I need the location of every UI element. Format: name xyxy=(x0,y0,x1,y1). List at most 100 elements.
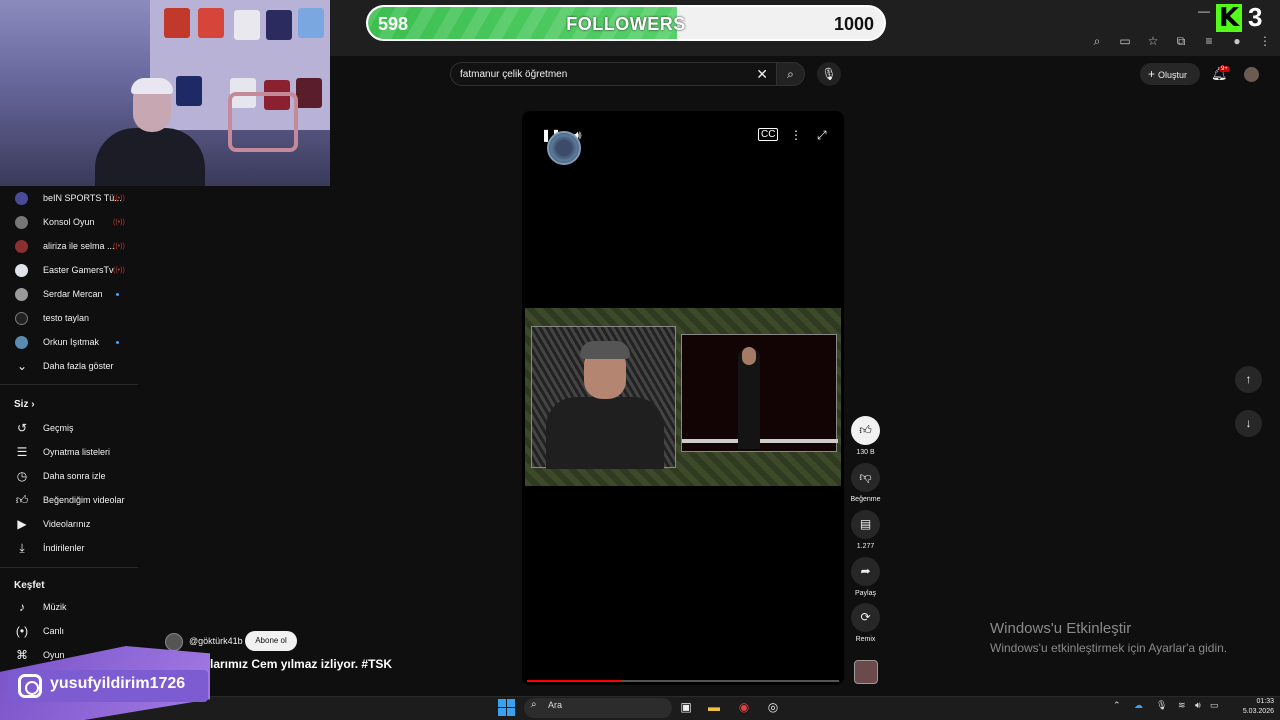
sidebar-item-subscription[interactable]: beIN SPORTS Tü... ((•)) xyxy=(0,186,138,210)
jersey xyxy=(296,78,322,108)
window-minimize-icon[interactable]: — xyxy=(1198,4,1210,18)
new-content-dot xyxy=(116,292,119,296)
channel-avatar xyxy=(15,239,28,253)
remix-button[interactable]: ⟳ Remix xyxy=(851,603,880,643)
shorts-player[interactable]: ❚❚ 🔊︎ CC ⋮ ⤢ xyxy=(522,111,844,685)
battery-icon[interactable]: ▭ xyxy=(1210,700,1219,711)
share-label: Paylaş xyxy=(854,590,876,597)
sidebar-item-your-videos[interactable]: ▶ Videolarınız xyxy=(0,512,138,536)
sidebar-item-label: Daha sonra izle xyxy=(43,471,106,481)
taskbar-search-placeholder: Ara xyxy=(548,700,563,710)
sidebar-divider xyxy=(0,384,138,385)
media-controls-icon[interactable]: ≡ xyxy=(1202,34,1216,48)
task-view-icon[interactable]: ▣ xyxy=(677,698,695,716)
captions-icon[interactable]: CC xyxy=(758,128,779,141)
bookmark-star-icon[interactable]: ☆ xyxy=(1146,34,1160,48)
sidebar-item-label: Oyun xyxy=(43,650,65,660)
sidebar-item-label: aliriza ile selma ... xyxy=(43,241,115,251)
sidebar-item-downloads[interactable]: ⤓ İndirilenler xyxy=(0,536,138,560)
sidebar-item-subscription[interactable]: aliriza ile selma ... ((•)) xyxy=(0,234,138,258)
wifi-icon[interactable]: ≋ xyxy=(1178,700,1186,711)
sidebar-item-label: Orkun Işıtmak xyxy=(43,337,100,347)
browser-menu-icon[interactable]: ⋮ xyxy=(1258,34,1272,48)
followers-goal: 1000 xyxy=(833,14,874,34)
live-icon: ((•)) xyxy=(113,194,125,202)
sidebar-item-history[interactable]: ↺ Geçmiş xyxy=(0,416,138,440)
sidebar-item-live[interactable]: (•) Canlı xyxy=(0,619,138,643)
sidebar-item-liked-videos[interactable]: 👍︎ Beğendiğim videolar xyxy=(0,488,138,512)
jersey xyxy=(266,10,292,40)
search-icon: ⌕ xyxy=(531,699,537,710)
sidebar-item-subscription[interactable]: testo taylan xyxy=(0,306,138,330)
share-button[interactable]: ➦ Paylaş xyxy=(851,557,880,597)
microphone-icon[interactable]: 🎙︎ xyxy=(1156,700,1167,711)
sidebar-show-more[interactable]: ⌄ Daha fazla göster xyxy=(0,354,138,378)
microphone-icon: 🎙︎ xyxy=(821,67,837,81)
sidebar-item-label: Geçmiş xyxy=(43,423,74,433)
gaming-icon: ⌘ xyxy=(16,648,28,662)
sidebar-item-subscription[interactable]: Orkun Işıtmak xyxy=(0,330,138,354)
live-icon: ((•)) xyxy=(113,218,125,226)
voice-search-button[interactable]: 🎙︎ xyxy=(817,62,841,86)
chrome-icon[interactable]: ◉ xyxy=(735,698,753,716)
kick-logo xyxy=(1216,3,1242,33)
arrow-up-icon: ↑ xyxy=(1245,372,1252,386)
activation-title: Windows'u Etkinleştir xyxy=(990,620,1132,637)
watch-later-icon: ◷ xyxy=(16,469,28,483)
channel-avatar xyxy=(15,215,28,229)
dislike-label: Beğenme xyxy=(850,496,881,503)
sidebar-item-label: İndirilenler xyxy=(43,543,85,553)
sidebar-divider xyxy=(0,567,138,568)
subscribe-button[interactable]: Abone ol xyxy=(245,631,297,651)
comments-button[interactable]: ▤ 1.277 xyxy=(851,510,880,550)
sound-thumbnail[interactable] xyxy=(854,660,878,684)
previous-short-button[interactable]: ↑ xyxy=(1235,366,1262,393)
channel-avatar[interactable] xyxy=(165,633,183,651)
more-options-icon[interactable]: ⋮ xyxy=(790,128,802,142)
channel-avatar xyxy=(15,191,28,205)
avatar[interactable] xyxy=(1244,67,1259,82)
sidebar-item-playlists[interactable]: ☰ Oynatma listeleri xyxy=(0,440,138,464)
app-icon[interactable]: ◎ xyxy=(764,698,782,716)
next-short-button[interactable]: ↓ xyxy=(1235,410,1262,437)
cloud-icon[interactable]: ☁ xyxy=(1134,700,1143,711)
channel-avatar xyxy=(15,311,28,325)
windows-start-icon[interactable] xyxy=(498,699,515,716)
like-button[interactable]: 👍︎ 130 B xyxy=(851,416,880,456)
plus-icon: + xyxy=(1148,67,1156,81)
section-you-header[interactable]: Siz › xyxy=(14,399,35,410)
sidebar-item-subscription[interactable]: Serdar Mercan xyxy=(0,282,138,306)
profile-icon[interactable]: ● xyxy=(1230,34,1244,48)
sidebar-item-music[interactable]: ♪ Müzik xyxy=(0,595,138,619)
like-icon: 👍︎ xyxy=(15,493,29,507)
cast-icon[interactable]: ▭ xyxy=(1118,34,1132,48)
live-icon: (•) xyxy=(15,624,29,638)
search-input[interactable]: fatmanur çelik öğretmen ✕ xyxy=(450,62,777,86)
extensions-icon[interactable]: ⧉ xyxy=(1174,34,1188,48)
remix-label: Remix xyxy=(855,636,876,643)
channel-avatar xyxy=(15,263,28,277)
fullscreen-icon[interactable]: ⤢ xyxy=(817,128,827,143)
jersey xyxy=(164,8,190,38)
clock[interactable]: 01:33 5.03.2026 xyxy=(1234,697,1274,717)
video-content xyxy=(525,308,841,486)
sidebar-item-label: Müzik xyxy=(43,602,67,612)
taskbar-search[interactable] xyxy=(524,698,672,718)
video-progress-bar[interactable] xyxy=(527,680,839,682)
channel-name[interactable]: @göktürk41b xyxy=(189,636,243,646)
sidebar-item-subscription[interactable]: Konsol Oyun ((•)) xyxy=(0,210,138,234)
followers-label: FOLLOWERS xyxy=(566,14,686,34)
create-button[interactable]: + Oluştur xyxy=(1140,63,1200,85)
sidebar-item-label: beIN SPORTS Tü... xyxy=(43,193,122,203)
tray-chevron-up-icon[interactable]: ⌃ xyxy=(1113,700,1121,711)
sidebar-item-watch-later[interactable]: ◷ Daha sonra izle xyxy=(0,464,138,488)
section-explore-header: Keşfet xyxy=(14,580,45,591)
sidebar-item-subscription[interactable]: Easter GamersTv ((•)) xyxy=(0,258,138,282)
dislike-button[interactable]: 👎︎ Beğenme xyxy=(851,463,880,503)
search-button[interactable]: ⌕ xyxy=(776,62,805,86)
close-icon[interactable]: ✕ xyxy=(756,66,768,83)
zoom-icon[interactable]: ⌕ xyxy=(1090,34,1104,48)
video-title[interactable]: anlarımız Cem yılmaz izliyor. #TSK xyxy=(196,657,392,671)
volume-icon[interactable]: 🔊︎ xyxy=(1195,700,1201,711)
file-explorer-icon[interactable]: ▬ xyxy=(705,698,723,716)
